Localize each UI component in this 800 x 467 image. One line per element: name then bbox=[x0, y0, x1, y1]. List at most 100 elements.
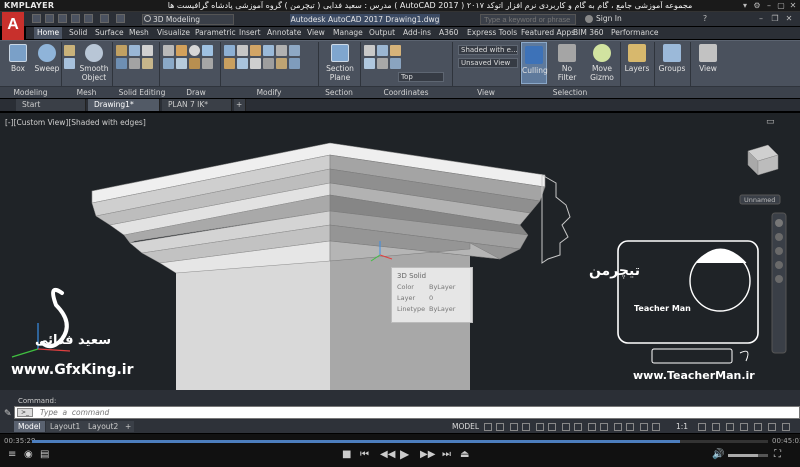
box-button[interactable]: Box bbox=[6, 44, 30, 73]
layout-tab-layout1[interactable]: Layout1 bbox=[46, 421, 85, 432]
orbit-icon[interactable] bbox=[775, 261, 783, 269]
application-menu-button[interactable]: A bbox=[2, 12, 24, 40]
undo-icon[interactable] bbox=[100, 14, 109, 23]
hatch-icon[interactable] bbox=[189, 58, 200, 69]
customization-icon[interactable] bbox=[782, 423, 790, 431]
scale-icon[interactable] bbox=[224, 58, 235, 69]
isolate-objects-icon[interactable] bbox=[754, 423, 762, 431]
tab-visualize[interactable]: Visualize bbox=[154, 27, 193, 39]
tab-performance[interactable]: Performance bbox=[608, 27, 662, 39]
panel-label-modeling[interactable]: Modeling bbox=[0, 87, 61, 99]
3d-osnap-icon[interactable] bbox=[614, 423, 622, 431]
rectangle-icon[interactable] bbox=[163, 58, 174, 69]
save-as-icon[interactable] bbox=[71, 14, 80, 23]
fast-forward-icon[interactable]: ▶▶ bbox=[420, 449, 435, 460]
ucs-icon[interactable] bbox=[364, 45, 375, 56]
tab-bim-360[interactable]: BIM 360 bbox=[570, 27, 607, 39]
zoom-icon[interactable] bbox=[775, 247, 783, 255]
array-icon[interactable] bbox=[237, 58, 248, 69]
tab-add-ins[interactable]: Add-ins bbox=[400, 27, 434, 39]
section-plane-button[interactable]: Section Plane bbox=[322, 44, 358, 82]
explode-icon[interactable] bbox=[276, 58, 287, 69]
redo-icon[interactable] bbox=[116, 14, 125, 23]
tab-home[interactable]: Home bbox=[34, 27, 63, 39]
layout-tab-model[interactable]: Model bbox=[14, 421, 45, 432]
print-icon[interactable] bbox=[84, 14, 93, 23]
ucs-world-icon[interactable] bbox=[377, 45, 388, 56]
fillet-edge-icon[interactable] bbox=[129, 58, 140, 69]
volume-icon[interactable]: 🔊 bbox=[712, 449, 724, 460]
doc-tab-plan[interactable]: PLAN 7 IK* bbox=[162, 99, 232, 111]
app-minimize-icon[interactable]: – bbox=[756, 14, 766, 24]
circle-icon[interactable] bbox=[189, 45, 200, 56]
view-button[interactable]: View bbox=[696, 44, 720, 73]
tab-insert[interactable]: Insert bbox=[236, 27, 264, 39]
app-restore-icon[interactable]: ❐ bbox=[770, 14, 780, 24]
move-icon[interactable] bbox=[224, 45, 235, 56]
tab-solid[interactable]: Solid bbox=[66, 27, 90, 39]
dynamic-ucs-icon[interactable] bbox=[626, 423, 634, 431]
smooth-object-button[interactable]: Smooth Object bbox=[79, 44, 109, 82]
extrude-icon[interactable] bbox=[64, 45, 75, 56]
solid-intersect-icon[interactable] bbox=[142, 45, 153, 56]
tab-parametric[interactable]: Parametric bbox=[192, 27, 239, 39]
new-icon[interactable] bbox=[32, 14, 41, 23]
add-layout-button[interactable]: + bbox=[122, 421, 135, 432]
close-icon[interactable]: ✕ bbox=[788, 1, 798, 11]
panel-label-draw[interactable]: Draw bbox=[172, 87, 220, 99]
no-filter-button[interactable]: No Filter bbox=[552, 44, 582, 82]
panel-label-solid-editing[interactable]: Solid Editing bbox=[112, 87, 172, 99]
copy-icon[interactable] bbox=[263, 45, 274, 56]
doc-tab-start[interactable]: Start bbox=[16, 99, 86, 111]
erase-icon[interactable] bbox=[263, 58, 274, 69]
transparency-icon[interactable] bbox=[588, 423, 596, 431]
polyline-icon[interactable] bbox=[176, 45, 187, 56]
new-tab-button[interactable]: + bbox=[234, 99, 246, 111]
osnap-icon[interactable] bbox=[562, 423, 570, 431]
named-view-select[interactable]: Unsaved View bbox=[458, 58, 518, 68]
workspace-switch-icon[interactable] bbox=[698, 423, 706, 431]
fullscreen-icon[interactable]: ⛶ bbox=[774, 449, 781, 460]
tab-express-tools[interactable]: Express Tools bbox=[464, 27, 520, 39]
osnap-tracking-icon[interactable] bbox=[548, 423, 556, 431]
arc-icon[interactable] bbox=[202, 45, 213, 56]
minimize-icon[interactable]: – bbox=[764, 1, 774, 11]
spline-icon[interactable] bbox=[202, 58, 213, 69]
next-icon[interactable]: ⏭ bbox=[442, 449, 451, 460]
selection-cycling-icon[interactable] bbox=[600, 423, 608, 431]
view-direction-select[interactable]: Top bbox=[398, 72, 444, 82]
move-gizmo-button[interactable]: Move Gizmo bbox=[588, 44, 616, 82]
doc-tab-drawing1[interactable]: Drawing1* bbox=[88, 99, 160, 111]
annotation-monitor-icon[interactable] bbox=[712, 423, 720, 431]
sweep-button[interactable]: Sweep bbox=[33, 44, 61, 73]
lineweight-icon[interactable] bbox=[574, 423, 582, 431]
model-space-toggle[interactable]: MODEL bbox=[452, 422, 479, 431]
annotation-scale[interactable]: 1:1 bbox=[676, 422, 688, 431]
groups-button[interactable]: Groups bbox=[657, 44, 687, 73]
mirror-icon[interactable] bbox=[276, 45, 287, 56]
workspace-select[interactable]: 3D Modeling bbox=[142, 14, 234, 25]
playlist-icon[interactable]: ≡ bbox=[8, 449, 16, 460]
solid-subtract-icon[interactable] bbox=[129, 45, 140, 56]
nav-wheel-icon[interactable] bbox=[775, 219, 783, 227]
command-customize-icon[interactable]: ✎ bbox=[4, 409, 12, 419]
previous-icon[interactable]: ⏮ bbox=[360, 449, 369, 460]
tab-output[interactable]: Output bbox=[366, 27, 398, 39]
grid-icon[interactable] bbox=[484, 423, 492, 431]
capture-icon[interactable]: ◉ bbox=[24, 449, 33, 460]
layout-tab-layout2[interactable]: Layout2 bbox=[84, 421, 123, 432]
solid-union-icon[interactable] bbox=[116, 45, 127, 56]
tab-a360[interactable]: A360 bbox=[436, 27, 461, 39]
play-icon[interactable]: ▶ bbox=[400, 447, 409, 461]
tab-surface[interactable]: Surface bbox=[92, 27, 127, 39]
units-icon[interactable] bbox=[726, 423, 734, 431]
rewind-icon[interactable]: ◀◀ bbox=[380, 449, 395, 460]
pan-icon[interactable] bbox=[775, 233, 783, 241]
search-input[interactable] bbox=[480, 14, 576, 25]
sign-in-link[interactable]: Sign In bbox=[596, 14, 622, 23]
offset-icon[interactable] bbox=[250, 58, 261, 69]
help-icon[interactable]: ? bbox=[700, 14, 710, 24]
panel-label-mesh[interactable]: Mesh bbox=[61, 87, 112, 99]
panel-label-section[interactable]: Section bbox=[318, 87, 360, 99]
command-prompt-icon[interactable]: >_ bbox=[17, 408, 33, 417]
